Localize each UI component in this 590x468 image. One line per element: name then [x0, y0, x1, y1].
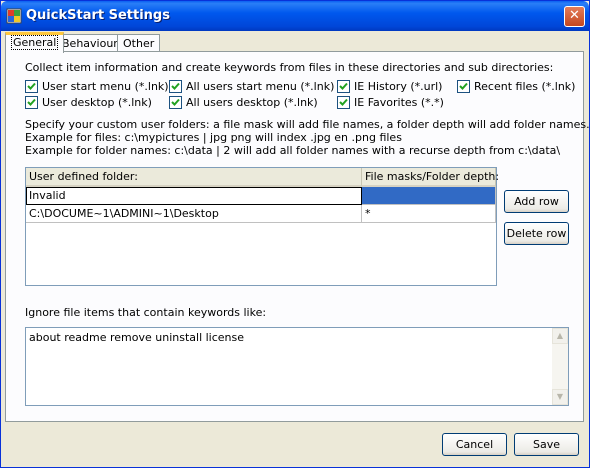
- user-folders-grid[interactable]: User defined folder: File masks/Folder d…: [25, 167, 499, 286]
- scroll-down-icon[interactable]: ▼: [552, 389, 568, 405]
- checkbox-box[interactable]: [25, 80, 38, 93]
- settings-window: QuickStart Settings ✕ General Behaviour …: [0, 0, 590, 468]
- add-row-button[interactable]: Add row: [504, 190, 569, 213]
- grid-cell-masks[interactable]: *: [362, 205, 496, 223]
- title-bar[interactable]: QuickStart Settings ✕: [1, 1, 589, 31]
- vertical-scrollbar[interactable]: ▲ ▼: [552, 328, 568, 405]
- app-icon: [6, 8, 22, 24]
- delete-row-button[interactable]: Delete row: [504, 222, 569, 245]
- help-line: Example for files: c:\mypictures | jpg p…: [25, 131, 402, 144]
- column-header-masks[interactable]: File masks/Folder depth:: [362, 168, 499, 187]
- check-icon: [27, 98, 36, 106]
- intro-text: Collect item information and create keyw…: [25, 61, 554, 74]
- tab-behaviour[interactable]: Behaviour: [56, 34, 124, 52]
- ignore-label: Ignore file items that contain keywords …: [25, 306, 267, 319]
- tab-general[interactable]: General: [5, 32, 65, 53]
- checkbox-box[interactable]: [337, 96, 350, 109]
- check-icon: [27, 82, 36, 90]
- grid-cell-masks[interactable]: [362, 187, 496, 205]
- checkbox-box[interactable]: [169, 96, 182, 109]
- save-button[interactable]: Save: [514, 433, 579, 456]
- check-icon: [171, 82, 180, 90]
- checkbox-box[interactable]: [25, 96, 38, 109]
- scroll-up-icon[interactable]: ▲: [552, 328, 568, 344]
- checkbox-box[interactable]: [457, 80, 470, 93]
- help-line: Example for folder names: c:\data | 2 wi…: [25, 144, 561, 157]
- check-icon: [339, 82, 348, 90]
- check-icon: [171, 98, 180, 106]
- help-line: Specify your custom user folders: a file…: [25, 118, 590, 131]
- column-header-folder[interactable]: User defined folder:: [26, 168, 362, 187]
- grid-cell-folder[interactable]: Invalid: [26, 187, 362, 205]
- cancel-button[interactable]: Cancel: [442, 433, 507, 456]
- tab-other[interactable]: Other: [117, 34, 161, 52]
- check-icon: [459, 82, 468, 90]
- grid-cell-folder[interactable]: C:\DOCUME~1\ADMINI~1\Desktop: [26, 205, 362, 223]
- check-icon: [339, 98, 348, 106]
- checkbox-box[interactable]: [169, 80, 182, 93]
- close-button[interactable]: ✕: [564, 6, 585, 27]
- checkbox-box[interactable]: [337, 80, 350, 93]
- ignore-keywords-value: about readme remove uninstall license: [29, 331, 245, 344]
- window-title: QuickStart Settings: [26, 8, 170, 23]
- ignore-keywords-textarea[interactable]: about readme remove uninstall license ▲ …: [25, 327, 569, 406]
